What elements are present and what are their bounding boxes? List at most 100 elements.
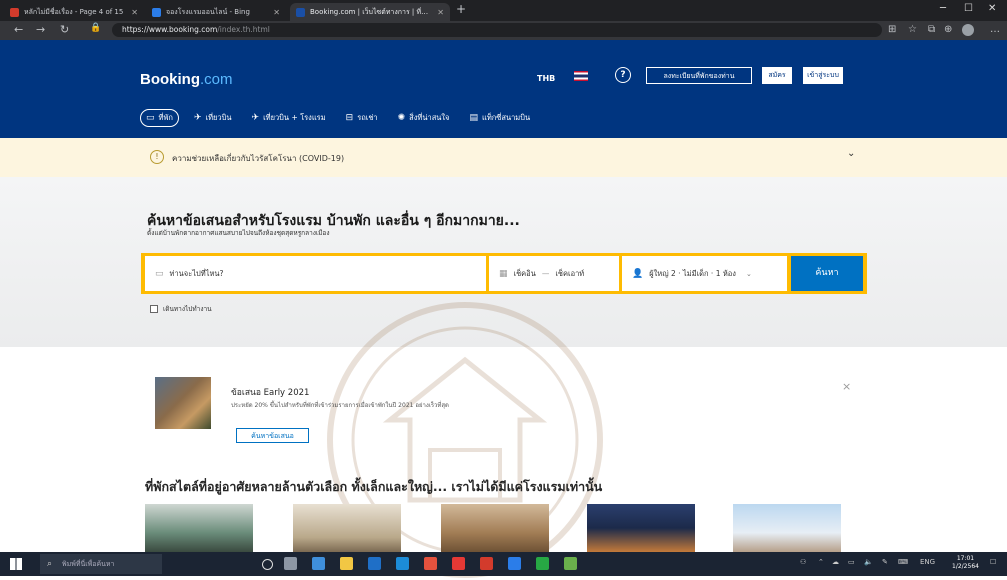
currency-selector[interactable]: THB <box>537 74 555 83</box>
checkbox-icon[interactable] <box>150 305 158 313</box>
close-tab-icon[interactable]: ✕ <box>437 8 444 17</box>
taskbar-clock[interactable]: 17:01 1/2/2564 <box>952 555 979 571</box>
browser-tab-2[interactable]: จองโรงแรมออนไลน์ - Bing ✕ <box>146 3 286 21</box>
pdf-app-icon[interactable] <box>480 557 493 570</box>
language-indicator[interactable]: ENG <box>920 558 935 566</box>
stay-card-image[interactable] <box>587 504 695 552</box>
logo-text: Booking <box>140 71 200 88</box>
new-tab-button[interactable]: + <box>456 2 466 16</box>
covid-banner[interactable]: ! ความช่วยเหลือเกี่ยวกับไวรัสโคโรนา (COV… <box>0 138 1007 177</box>
browser-tab-1[interactable]: หลักไม่มีชื่อเรื่อง - Page 4 of 15 ✕ <box>4 3 144 21</box>
cortana-icon[interactable] <box>262 559 273 570</box>
notification-icon[interactable]: ☐ <box>990 558 996 566</box>
url-field[interactable]: https://www.booking.com/index.th.html <box>112 23 882 37</box>
info-icon: ! <box>150 150 164 164</box>
sign-in-button[interactable]: เข้าสู่ระบบ <box>803 67 843 84</box>
homes-section-title: ที่พักสไตล์ที่อยู่อาศัยหลายล้านตัวเลือก … <box>145 479 603 494</box>
chevron-down-icon[interactable]: ⌄ <box>847 148 855 159</box>
close-icon[interactable]: × <box>842 380 851 393</box>
close-window-icon[interactable]: ✕ <box>988 3 996 14</box>
close-tab-icon[interactable]: ✕ <box>131 8 138 17</box>
more-menu-icon[interactable]: … <box>990 24 1000 35</box>
keyboard-icon[interactable]: ⌨ <box>898 558 908 566</box>
reload-icon[interactable]: ↻ <box>60 23 69 36</box>
media-app-icon[interactable] <box>424 557 437 570</box>
network-icon[interactable]: ▭ <box>848 558 855 566</box>
promo-image <box>155 377 211 429</box>
guests-summary: ผู้ใหญ่ 2 · ไม่มีเด็ก · 1 ห้อง <box>649 268 736 278</box>
covid-banner-text: ความช่วยเหลือเกี่ยวกับไวรัสโคโรนา (COVID… <box>172 154 345 163</box>
task-view-icon[interactable] <box>284 557 297 570</box>
file-explorer-icon[interactable] <box>340 557 353 570</box>
nav-airport-taxi[interactable]: ▤ แท็กซี่สนามบิน <box>464 109 535 127</box>
tab-title: Booking.com | เว็บไซต์ทางการ | ที่พักราค… <box>310 7 433 16</box>
stay-card-image[interactable] <box>145 504 253 552</box>
onedrive-icon[interactable]: ☁ <box>832 558 839 566</box>
register-button[interactable]: สมัคร <box>762 67 792 84</box>
product-nav: ▭ ที่พัก ✈ เที่ยวบิน ✈ เที่ยวบิน + โรงแร… <box>140 109 535 129</box>
plane-icon: ✈ <box>193 113 202 123</box>
people-icon[interactable]: ⚇ <box>800 558 806 566</box>
language-flag-icon[interactable] <box>574 71 588 81</box>
profile-avatar-icon[interactable] <box>962 24 974 36</box>
close-tab-icon[interactable]: ✕ <box>273 8 280 17</box>
extensions-icon[interactable]: ⊕ <box>944 24 952 35</box>
nav-car-rental[interactable]: ⊟ รถเช่า <box>341 109 383 127</box>
stay-card-image[interactable] <box>441 504 549 552</box>
nav-flight-hotel[interactable]: ✈ เที่ยวบิน + โรงแรม <box>247 109 331 127</box>
maximize-icon[interactable]: ☐ <box>964 3 973 14</box>
clock-date: 1/2/2564 <box>952 563 979 570</box>
browser-tab-3[interactable]: Booking.com | เว็บไซต์ทางการ | ที่พักราค… <box>290 3 450 21</box>
nav-label: เที่ยวบิน <box>205 113 232 122</box>
nav-attractions[interactable]: ✺ สิ่งที่น่าสนใจ <box>393 109 455 127</box>
nav-stays[interactable]: ▭ ที่พัก <box>140 109 179 127</box>
photos-app-icon[interactable] <box>564 557 577 570</box>
booking-logo[interactable]: Booking.com <box>140 71 233 88</box>
pen-icon[interactable]: ✎ <box>882 558 888 566</box>
collections-icon[interactable]: ⧉ <box>928 24 935 35</box>
translate-icon[interactable]: ⊞ <box>888 24 896 35</box>
favorite-star-icon[interactable]: ☆ <box>908 24 917 35</box>
tab-title: จองโรงแรมออนไลน์ - Bing <box>166 7 250 16</box>
nav-label: สิ่งที่น่าสนใจ <box>409 113 450 122</box>
nav-flights[interactable]: ✈ เที่ยวบิน <box>189 109 237 127</box>
forward-icon[interactable]: → <box>36 23 45 36</box>
destination-input[interactable]: ▭ ท่านจะไปที่ไหน? <box>145 256 486 291</box>
edge-icon[interactable] <box>396 557 409 570</box>
guests-selector[interactable]: 👤 ผู้ใหญ่ 2 · ไม่มีเด็ก · 1 ห้อง ⌄ <box>622 256 787 291</box>
list-property-button[interactable]: ลงทะเบียนที่พักของท่าน <box>646 67 752 84</box>
taskbar-search-placeholder: พิมพ์ที่นี่เพื่อค้นหา <box>62 560 115 568</box>
promo-text: ประหยัด 20% ขึ้นไปสำหรับที่พักที่เข้าร่ว… <box>231 402 449 409</box>
bed-icon: ▭ <box>155 268 164 279</box>
find-deals-button[interactable]: ค้นหาข้อเสนอ <box>236 428 309 443</box>
chevron-up-icon[interactable]: ⌃ <box>818 558 824 566</box>
travel-for-work-checkbox[interactable]: เดินทางไปทำงาน <box>150 304 212 314</box>
tab-title: หลักไม่มีชื่อเรื่อง - Page 4 of 15 <box>24 7 124 16</box>
windows-taskbar: ⌕ พิมพ์ที่นี่เพื่อค้นหา ⚇ ⌃ ☁ ▭ 🔈 ✎ ⌨ EN… <box>0 552 1007 576</box>
bing-icon <box>152 7 161 17</box>
chrome-icon[interactable] <box>452 557 465 570</box>
chevron-down-icon: ⌄ <box>745 269 752 278</box>
taskbar-search-input[interactable]: ⌕ พิมพ์ที่นี่เพื่อค้นหา <box>40 554 162 574</box>
search-button[interactable]: ค้นหา <box>791 256 863 291</box>
store-app-icon[interactable] <box>368 557 381 570</box>
lock-icon: 🔒 <box>90 23 102 33</box>
hero-subtitle: ตั้งแต่บ้านพักตากอากาศแสนสบายไปจนถึงห้อง… <box>147 229 330 237</box>
search-box: ▭ ท่านจะไปที่ไหน? ▦ เช็คอิน — เช็คเอาท์ … <box>141 253 867 294</box>
checkin-label: เช็คอิน <box>513 268 536 278</box>
clock-time: 17:01 <box>956 555 975 562</box>
volume-icon[interactable]: 🔈 <box>864 558 873 566</box>
back-icon[interactable]: ← <box>14 23 23 36</box>
stay-card-image[interactable] <box>293 504 401 552</box>
minimize-icon[interactable]: ─ <box>940 3 946 14</box>
nav-label: ที่พัก <box>158 113 173 122</box>
browser-tab-bar: หลักไม่มีชื่อเรื่อง - Page 4 of 15 ✕ จอง… <box>0 0 1007 21</box>
date-picker[interactable]: ▦ เช็คอิน — เช็คเอาท์ <box>489 256 619 291</box>
stay-card-image[interactable] <box>733 504 841 552</box>
mail-app-icon[interactable] <box>312 557 325 570</box>
help-icon[interactable]: ? <box>615 67 631 83</box>
word-app-icon[interactable] <box>508 557 521 570</box>
windows-start-icon[interactable] <box>10 558 22 570</box>
checkout-label: เช็คเอาท์ <box>555 268 585 278</box>
line-app-icon[interactable] <box>536 557 549 570</box>
